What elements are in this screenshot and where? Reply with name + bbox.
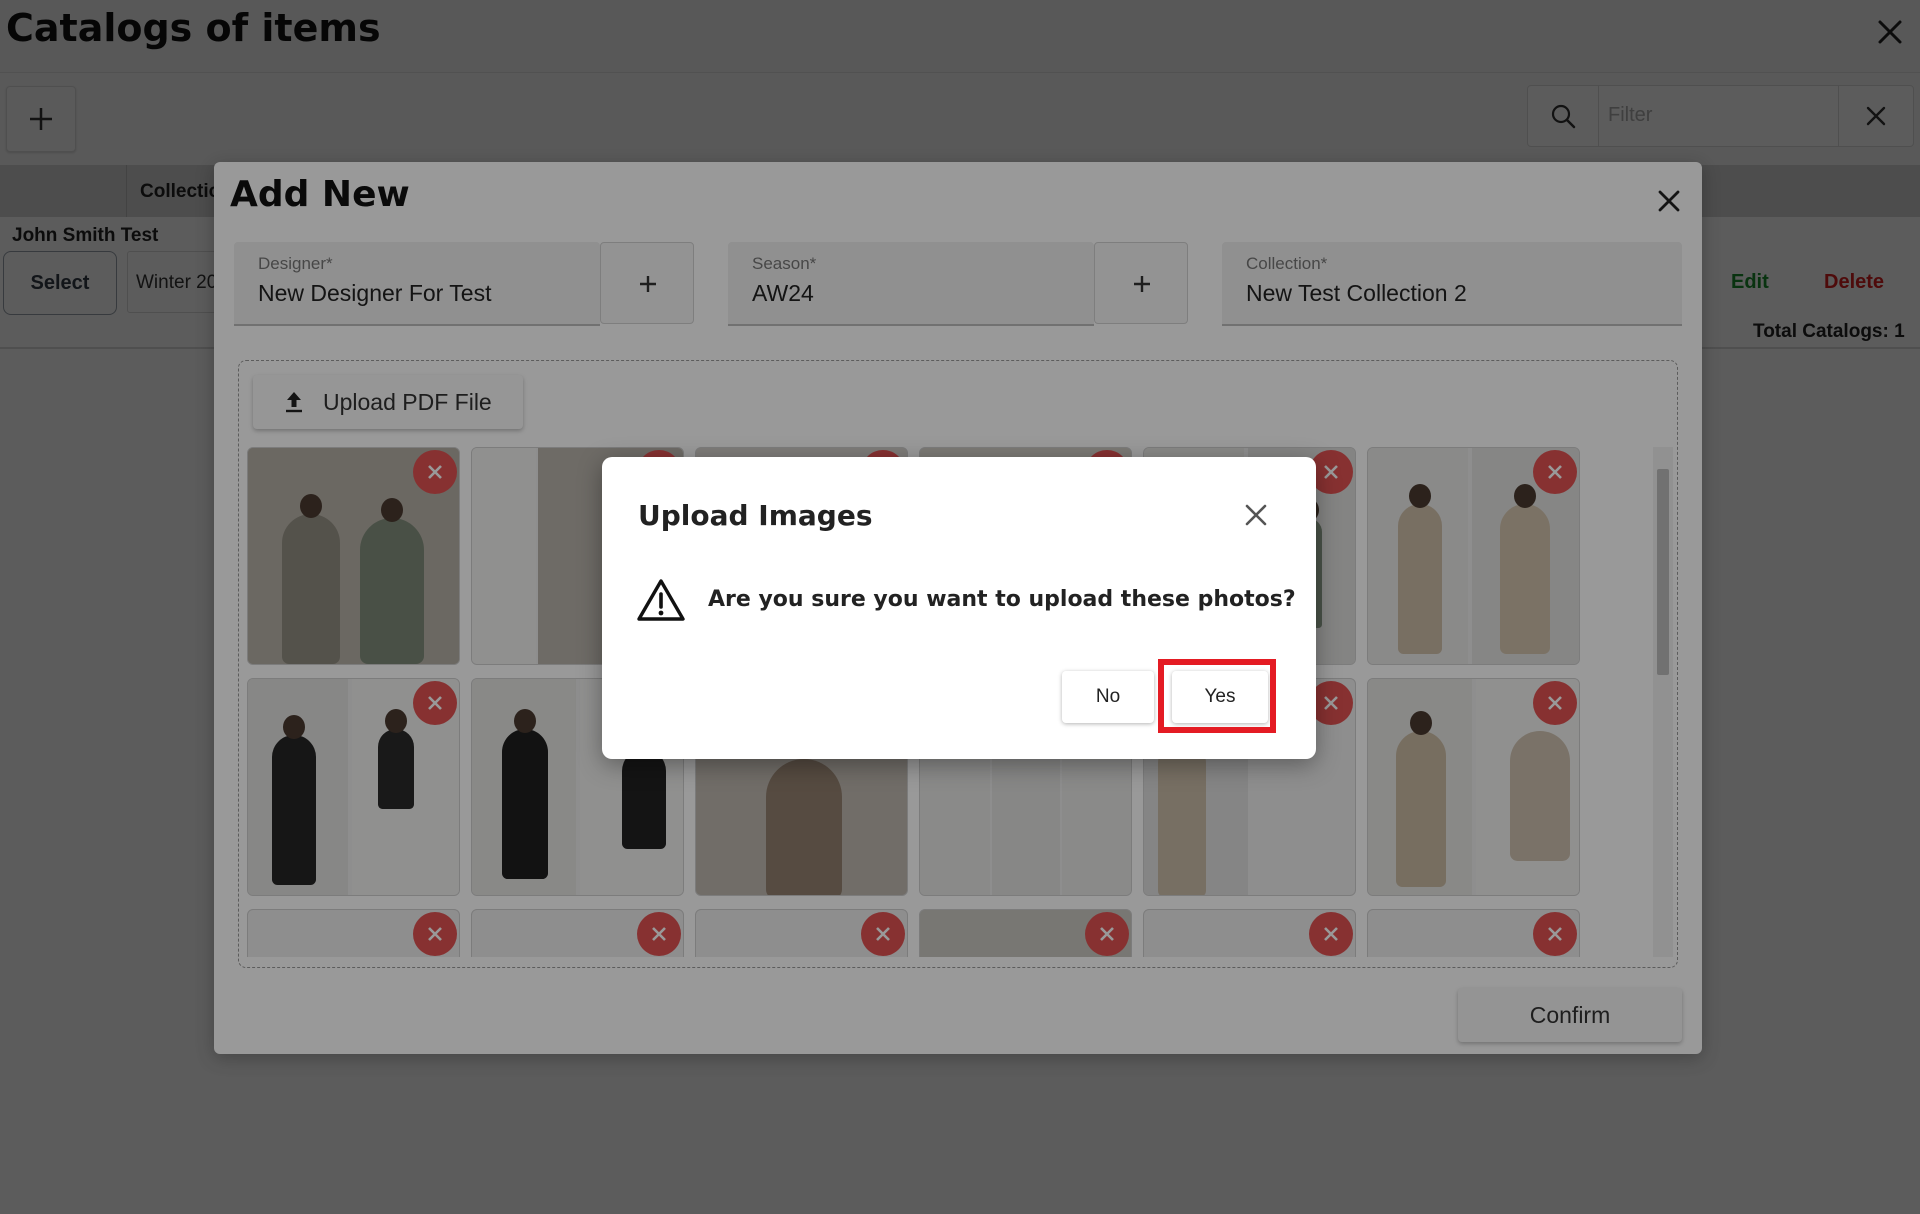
close-icon [1245,504,1267,526]
no-button[interactable]: No [1062,671,1154,723]
modal-close-button[interactable] [1242,501,1270,529]
yes-highlight-box [1158,659,1276,733]
warning-icon [636,577,686,628]
upload-images-modal: Upload Images Are you sure you want to u… [602,457,1316,759]
modal-message: Are you sure you want to upload these ph… [708,587,1296,612]
modal-title: Upload Images [638,499,873,532]
